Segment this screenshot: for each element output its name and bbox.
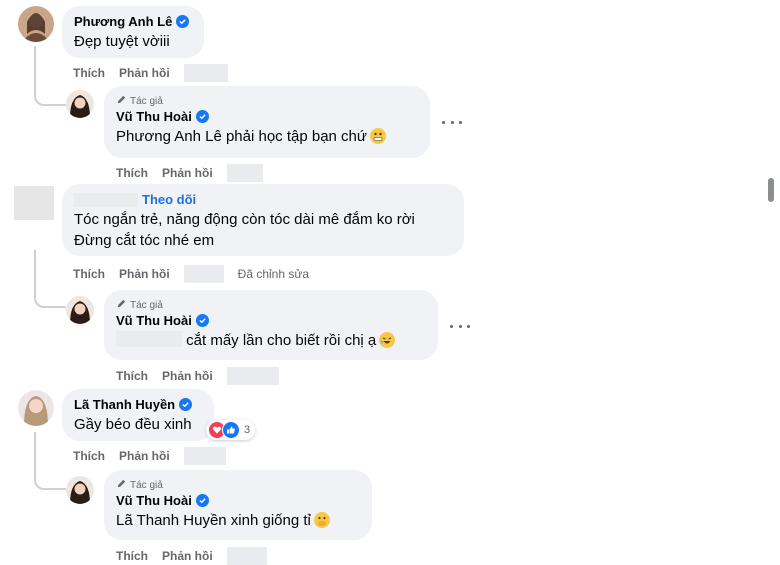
reply-actions: Thích Phản hồi	[116, 547, 267, 565]
author-name[interactable]: Vũ Thu Hoài	[116, 109, 192, 124]
comment-text-line2: Đừng cắt tóc nhé em	[74, 232, 215, 249]
reply-button[interactable]: Phản hồi	[162, 549, 213, 563]
pencil-icon	[116, 94, 127, 108]
author-name[interactable]: Phương Anh Lê	[74, 14, 172, 29]
comment-bubble: Phương Anh Lê Đẹp tuyệt vờiii	[62, 6, 204, 58]
author-name-redacted	[74, 192, 138, 207]
comment-bubble: Theo dõi Tóc ngắn trẻ, năng động còn tóc…	[62, 184, 464, 256]
like-button[interactable]: Thích	[116, 549, 148, 563]
comment-author[interactable]: Lã Thanh Huyền	[74, 397, 202, 412]
author-badge: Tác giả	[116, 298, 426, 312]
mention-link[interactable]: Lã Thanh Huyền	[116, 512, 227, 529]
avatar[interactable]	[18, 6, 54, 42]
comment-bubble: Lã Thanh Huyền Gầy béo đều xinh	[62, 389, 214, 441]
avatar[interactable]	[66, 296, 94, 324]
hand-over-mouth-emoji-icon	[313, 512, 330, 528]
avatar[interactable]	[18, 390, 54, 426]
follow-button[interactable]: Theo dõi	[142, 192, 196, 207]
reaction-count: 3	[244, 424, 251, 436]
timestamp-redacted	[226, 164, 263, 182]
reply-button[interactable]: Phản hồi	[162, 166, 213, 180]
reply-bubble: Tác giả Vũ Thu Hoài cắt mấy lần cho biết…	[104, 290, 438, 360]
thread-line	[34, 250, 66, 308]
comment-text: Gầy béo đều xinh	[74, 416, 192, 433]
verified-badge-icon	[195, 110, 209, 123]
reply-text: cắt mấy lần cho biết rồi chị ạ	[116, 330, 426, 351]
reply-button[interactable]: Phản hồi	[119, 66, 170, 80]
reply-button[interactable]: Phản hồi	[119, 449, 170, 463]
pencil-icon	[116, 298, 127, 312]
pencil-icon	[116, 478, 127, 492]
more-options-icon[interactable]	[450, 321, 470, 331]
grimace-emoji-icon	[369, 128, 386, 144]
author-badge: Tác giả	[116, 478, 360, 492]
scrollbar-thumb[interactable]	[768, 178, 774, 202]
author-badge-label: Tác giả	[130, 95, 163, 107]
mention-redacted	[116, 331, 182, 347]
comment-actions: Thích Phản hồi	[73, 64, 228, 82]
thread-line	[34, 46, 66, 106]
timestamp-redacted	[183, 64, 228, 82]
author-name[interactable]: Vũ Thu Hoài	[116, 493, 192, 508]
avatar[interactable]	[66, 90, 94, 118]
like-button[interactable]: Thích	[73, 267, 105, 281]
reply-body: xinh giống tỉ	[226, 512, 311, 529]
timestamp-redacted	[226, 367, 279, 385]
comment-actions: Thích Phản hồi	[73, 447, 226, 465]
verified-badge-icon	[195, 314, 209, 327]
author-name[interactable]: Lã Thanh Huyền	[74, 397, 175, 412]
reply-actions: Thích Phản hồi	[116, 164, 263, 182]
reply-bubble: Tác giả Vũ Thu Hoài Phương Anh Lê phải h…	[104, 86, 430, 158]
comment-author[interactable]: Phương Anh Lê	[74, 14, 192, 29]
verified-badge-icon	[195, 494, 209, 507]
like-button[interactable]: Thích	[73, 449, 105, 463]
reply-author[interactable]: Vũ Thu Hoài	[116, 493, 360, 508]
rofl-emoji-icon	[379, 332, 396, 348]
timestamp-redacted	[226, 547, 267, 565]
avatar[interactable]	[66, 476, 94, 504]
author-badge: Tác giả	[116, 94, 418, 108]
reply-body: cắt mấy lần cho biết rồi chị ạ	[186, 332, 377, 349]
verified-badge-icon	[179, 398, 193, 411]
verified-badge-icon	[176, 15, 190, 28]
author-badge-label: Tác giả	[130, 479, 163, 491]
comment-author: Theo dõi	[74, 192, 452, 207]
reply-text: Phương Anh Lê phải học tập bạn chứ	[116, 126, 418, 147]
author-name[interactable]: Vũ Thu Hoài	[116, 313, 192, 328]
comment-actions: Thích Phản hồi Đã chỉnh sửa	[73, 265, 309, 283]
mention-link[interactable]: Phương Anh Lê	[116, 128, 222, 145]
reply-button[interactable]: Phản hồi	[119, 267, 170, 281]
author-badge-label: Tác giả	[130, 299, 163, 311]
reply-actions: Thích Phản hồi	[116, 367, 279, 385]
comment-text: Đẹp tuyệt vờiii	[74, 33, 170, 50]
reply-text: Lã Thanh Huyền xinh giống tỉ	[116, 510, 360, 531]
reply-bubble: Tác giả Vũ Thu Hoài Lã Thanh Huyền xinh …	[104, 470, 372, 540]
like-button[interactable]: Thích	[116, 166, 148, 180]
comment-text-line1: Tóc ngắn trẻ, năng động còn tóc dài mê đ…	[74, 211, 415, 228]
reply-author[interactable]: Vũ Thu Hoài	[116, 109, 418, 124]
avatar-redacted	[14, 186, 54, 220]
more-options-icon[interactable]	[442, 117, 462, 127]
like-button[interactable]: Thích	[73, 66, 105, 80]
reply-body: phải học tập bạn chứ	[221, 128, 367, 145]
like-button[interactable]: Thích	[116, 369, 148, 383]
timestamp-redacted	[183, 265, 224, 283]
edited-label: Đã chỉnh sửa	[237, 267, 310, 281]
reply-button[interactable]: Phản hồi	[162, 369, 213, 383]
like-reaction-icon	[222, 421, 240, 439]
thread-line	[34, 432, 66, 490]
reply-author[interactable]: Vũ Thu Hoài	[116, 313, 426, 328]
timestamp-redacted	[183, 447, 226, 465]
reaction-summary[interactable]: 3	[206, 420, 256, 440]
